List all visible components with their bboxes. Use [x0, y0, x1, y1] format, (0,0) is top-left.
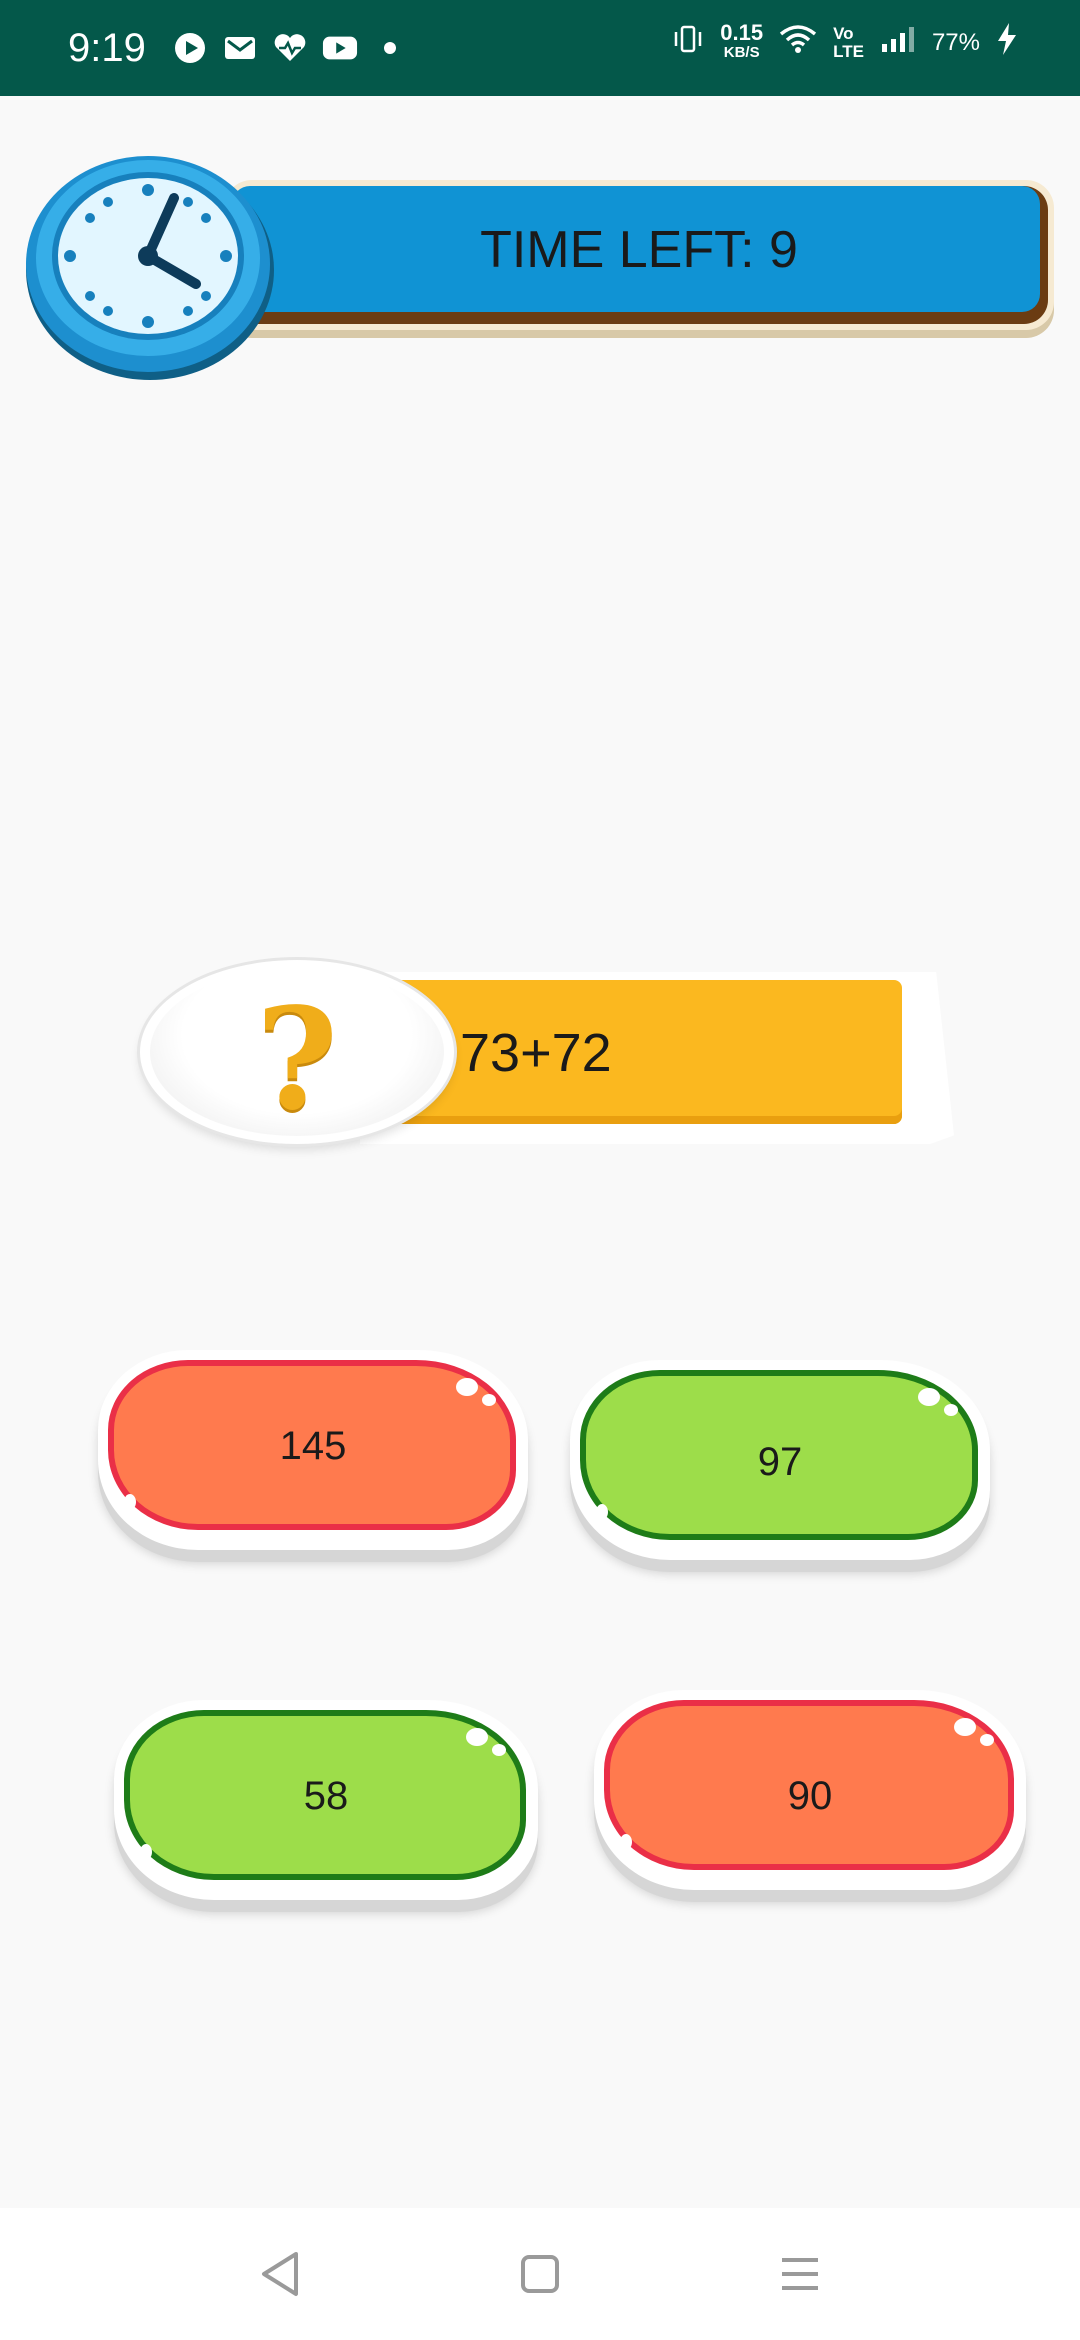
answer-label: 58: [303, 1774, 349, 1818]
answer-label: 97: [757, 1440, 803, 1484]
status-bar: 9:19 0.15 KB/S Vo LTE 77%: [0, 0, 1080, 96]
navigation-bar: [0, 2208, 1080, 2340]
question-mark-icon: ?: [255, 978, 339, 1142]
answer-button-3[interactable]: 58: [114, 1700, 538, 1900]
menu-icon[interactable]: [770, 2248, 830, 2300]
volte-indicator: Vo LTE: [833, 23, 864, 61]
battery-level: 77%: [931, 28, 980, 56]
net-speed: 0.15 KB/S: [720, 19, 764, 61]
home-icon[interactable]: [510, 2248, 570, 2300]
wifi-icon: [779, 24, 817, 61]
youtube-icon: [322, 30, 358, 66]
timer-banner: TIME LEFT: 9: [24, 146, 1054, 386]
status-time: 9:19: [68, 26, 146, 70]
answer-label: 90: [787, 1774, 833, 1818]
answer-button-1[interactable]: 145: [98, 1350, 528, 1550]
dot-icon: [372, 30, 408, 66]
question-mark-badge: ?: [140, 960, 454, 1144]
back-icon[interactable]: [250, 2248, 310, 2300]
health-icon: [272, 30, 308, 66]
charging-icon: [996, 22, 1018, 63]
play-icon: [172, 30, 208, 66]
question-panel: 73+72 ?: [140, 960, 954, 1150]
answer-button-4[interactable]: 90: [594, 1690, 1026, 1890]
answer-label: 145: [279, 1424, 347, 1468]
status-right: 0.15 KB/S Vo LTE 77%: [672, 19, 1018, 63]
notification-icons: [172, 30, 408, 66]
signal-icon: [880, 24, 916, 61]
timer-bar: TIME LEFT: 9: [224, 180, 1054, 330]
time-left-label: TIME LEFT: 9: [480, 221, 798, 279]
vibrate-icon: [672, 24, 704, 61]
question-expression: 73+72: [460, 1023, 612, 1083]
clock-icon: [24, 146, 274, 382]
gmail-icon: [222, 30, 258, 66]
answer-button-2[interactable]: 97: [570, 1360, 990, 1560]
